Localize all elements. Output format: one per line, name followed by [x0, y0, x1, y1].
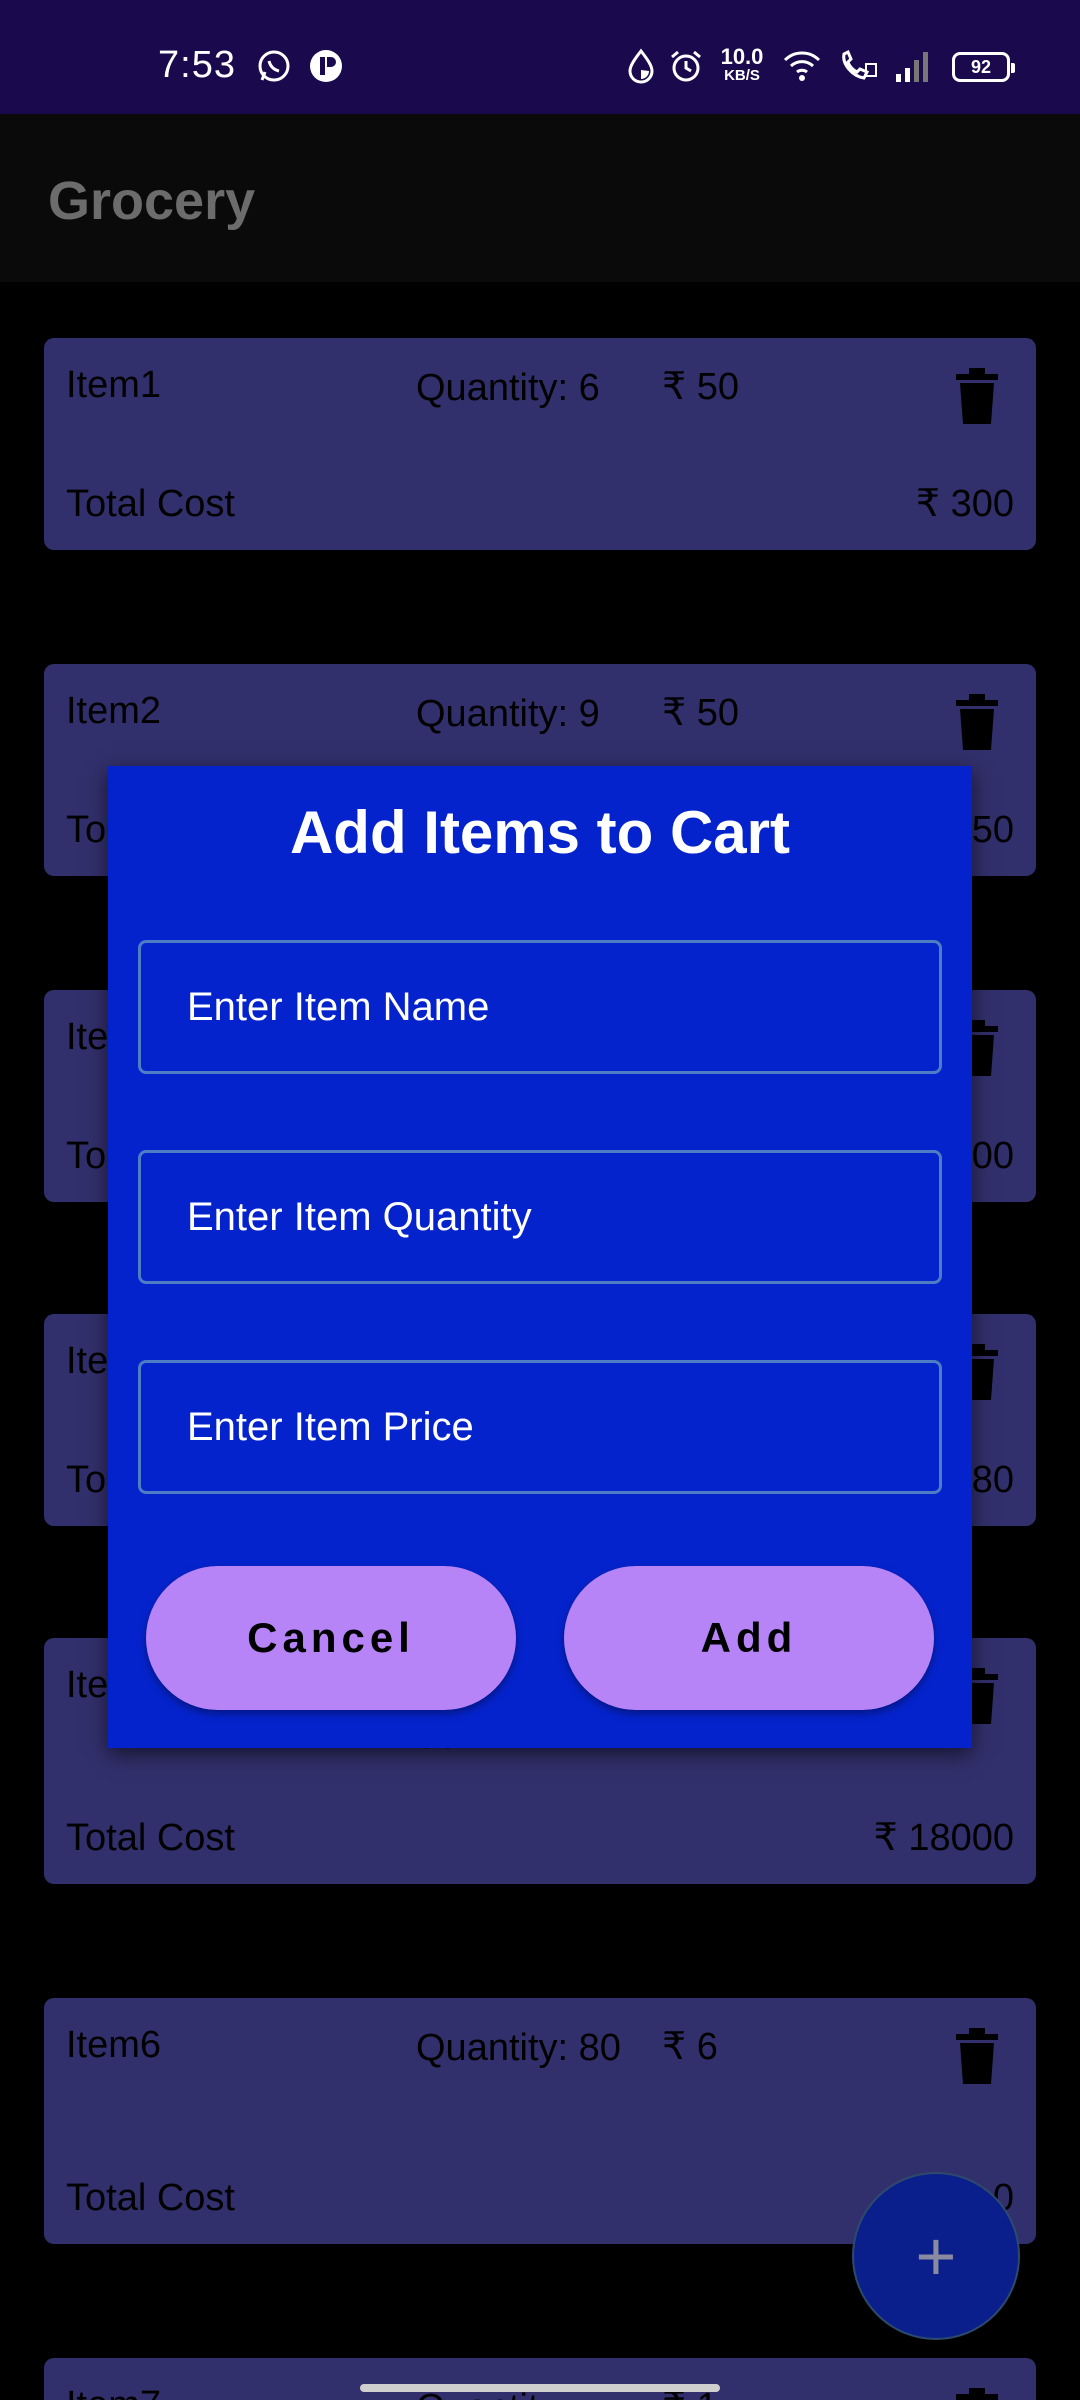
total-cost-label: To [66, 1459, 107, 1501]
item-name-field [138, 940, 942, 1074]
item-name: Item7 [66, 2384, 161, 2400]
app-notification-icon [308, 48, 344, 89]
battery-icon: 92 [952, 52, 1015, 82]
dialog-title: Add Items to Cart [289, 799, 791, 866]
wifi-icon [782, 48, 822, 89]
item-name: Ite [66, 1664, 109, 1706]
total-cost-value: ₹ 300 [915, 483, 1014, 525]
status-bar: 7:53 10.0 KB/S 92 [0, 0, 1080, 114]
item-quantity-field [138, 1150, 942, 1284]
total-cost-label: Total Cost [66, 483, 235, 525]
item-name: Item1 [66, 364, 162, 406]
item-price-field [138, 1360, 942, 1494]
total-cost-label: To [66, 1135, 107, 1177]
total-cost-value: 00 [971, 1135, 1014, 1177]
item-quantity-input[interactable] [141, 1153, 939, 1281]
total-cost-value: 50 [971, 809, 1014, 851]
item-price: ₹ 50 [662, 692, 740, 734]
trash-icon[interactable] [956, 694, 998, 750]
add-button[interactable]: Add [564, 1566, 934, 1710]
app-title: Grocery [48, 171, 256, 231]
signal-icon [894, 48, 934, 89]
total-cost-value: 80 [971, 1459, 1014, 1501]
app-bar: Grocery [0, 114, 1080, 282]
item-price: ₹ 6 [662, 2026, 718, 2068]
network-speed: 10.0 KB/S [720, 44, 764, 84]
total-cost-label: To [66, 809, 107, 851]
item-quantity: Quantity: 9 [416, 693, 600, 735]
data-saver-icon [626, 48, 656, 89]
item-quantity: Quantity: 6 [416, 367, 600, 409]
item-price-input[interactable] [141, 1363, 939, 1491]
total-cost-value: ₹ 18000 [873, 1817, 1014, 1859]
wifi-calling-icon [838, 48, 878, 89]
trash-icon[interactable] [956, 2028, 998, 2084]
trash-icon[interactable] [956, 2388, 998, 2400]
add-item-fab[interactable]: + [852, 2172, 1020, 2340]
gesture-nav-handle[interactable] [360, 2384, 720, 2392]
total-cost-label: Total Cost [66, 1817, 235, 1859]
item-name: Ite [66, 1340, 109, 1382]
item-quantity: Quantity: 80 [416, 2027, 621, 2069]
list-item[interactable]: Item7 Quantity ₹ 1 [44, 2358, 1036, 2400]
total-cost-label: Total Cost [66, 2177, 235, 2219]
whatsapp-icon [256, 48, 292, 89]
list-item[interactable]: Item1 Quantity: 6 ₹ 50 Total Cost ₹ 300 [44, 338, 1036, 550]
add-items-dialog: Add Items to Cart Cancel Add [108, 766, 972, 1748]
item-name: Item6 [66, 2024, 162, 2066]
item-name-input[interactable] [141, 943, 939, 1071]
item-price: ₹ 50 [662, 366, 740, 408]
status-time: 7:53 [158, 44, 236, 86]
trash-icon[interactable] [956, 368, 998, 424]
plus-icon: + [915, 2217, 957, 2295]
cancel-button[interactable]: Cancel [146, 1566, 516, 1710]
item-name: Ite [66, 1016, 109, 1058]
item-name: Item2 [66, 690, 162, 732]
alarm-icon [668, 48, 704, 89]
